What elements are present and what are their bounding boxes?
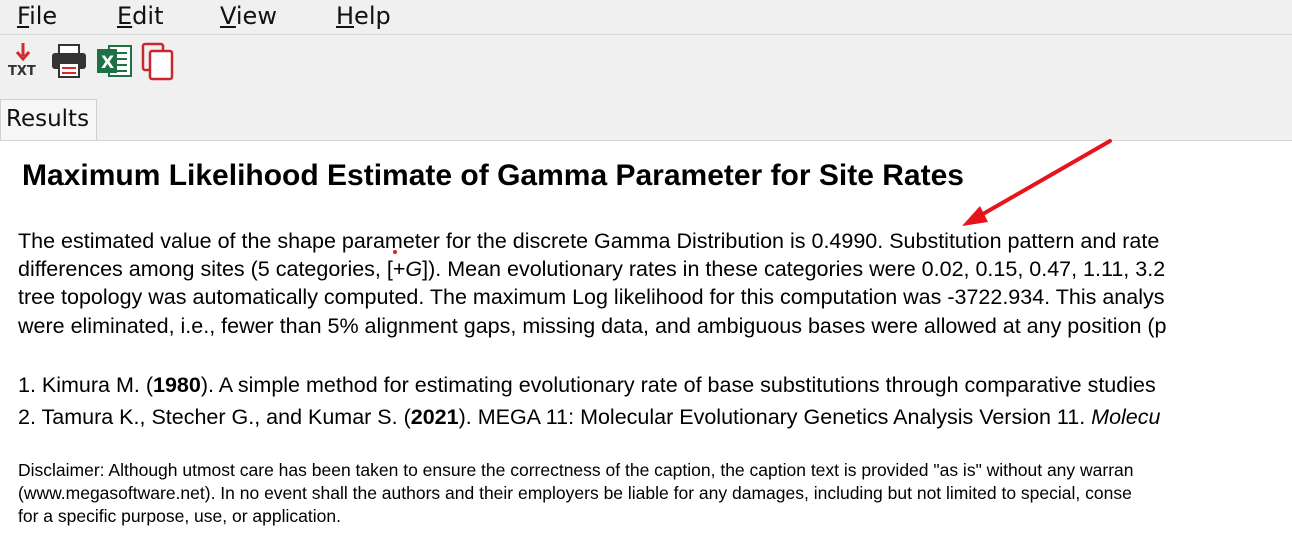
disclaimer-line: for a specific purpose, use, or applicat… bbox=[18, 506, 341, 526]
tab-strip: Results bbox=[0, 93, 1292, 141]
export-excel-icon: X bbox=[97, 45, 132, 77]
paragraph-line: differences among sites (5 categories, [… bbox=[18, 257, 1166, 282]
export-excel-button[interactable]: X bbox=[95, 39, 135, 83]
print-button[interactable] bbox=[50, 39, 90, 83]
toolbar: TXT X bbox=[0, 35, 1292, 93]
menu-edit[interactable]: Edit bbox=[117, 0, 163, 34]
menu-bar: File Edit View Help bbox=[0, 0, 1292, 35]
disclaimer-line: Disclaimer: Although utmost care has bee… bbox=[18, 460, 1134, 480]
menu-file[interactable]: File bbox=[17, 0, 57, 34]
paragraph-line: tree topology was automatically computed… bbox=[18, 285, 1165, 310]
estimate-paragraph: The estimated value of the shape paramet… bbox=[18, 227, 1292, 340]
references-list: 1. Kimura M. (1980). A simple method for… bbox=[18, 369, 1292, 433]
export-txt-icon: TXT bbox=[8, 43, 36, 79]
reference-item: 2. Tamura K., Stecher G., and Kumar S. (… bbox=[18, 405, 1161, 429]
txt-label: TXT bbox=[8, 64, 36, 79]
disclaimer-line: (www.megasoftware.net). In no event shal… bbox=[18, 483, 1132, 503]
reference-item: 1. Kimura M. (1980). A simple method for… bbox=[18, 373, 1156, 397]
print-icon bbox=[52, 44, 86, 78]
export-txt-button[interactable]: TXT bbox=[4, 39, 44, 83]
menu-help[interactable]: Help bbox=[336, 0, 391, 34]
excel-letter: X bbox=[101, 53, 114, 73]
disclaimer: Disclaimer: Although utmost care has bee… bbox=[18, 459, 1292, 528]
page-title: Maximum Likelihood Estimate of Gamma Par… bbox=[22, 159, 964, 192]
annotation-dot bbox=[393, 250, 397, 254]
copy-button[interactable] bbox=[139, 39, 179, 83]
paragraph-line: were eliminated, i.e., fewer than 5% ali… bbox=[18, 313, 1167, 338]
annotation-arrow-icon bbox=[962, 139, 1112, 226]
tab-results[interactable]: Results bbox=[0, 99, 97, 140]
copy-icon bbox=[141, 42, 174, 81]
menu-view[interactable]: View bbox=[220, 0, 277, 34]
